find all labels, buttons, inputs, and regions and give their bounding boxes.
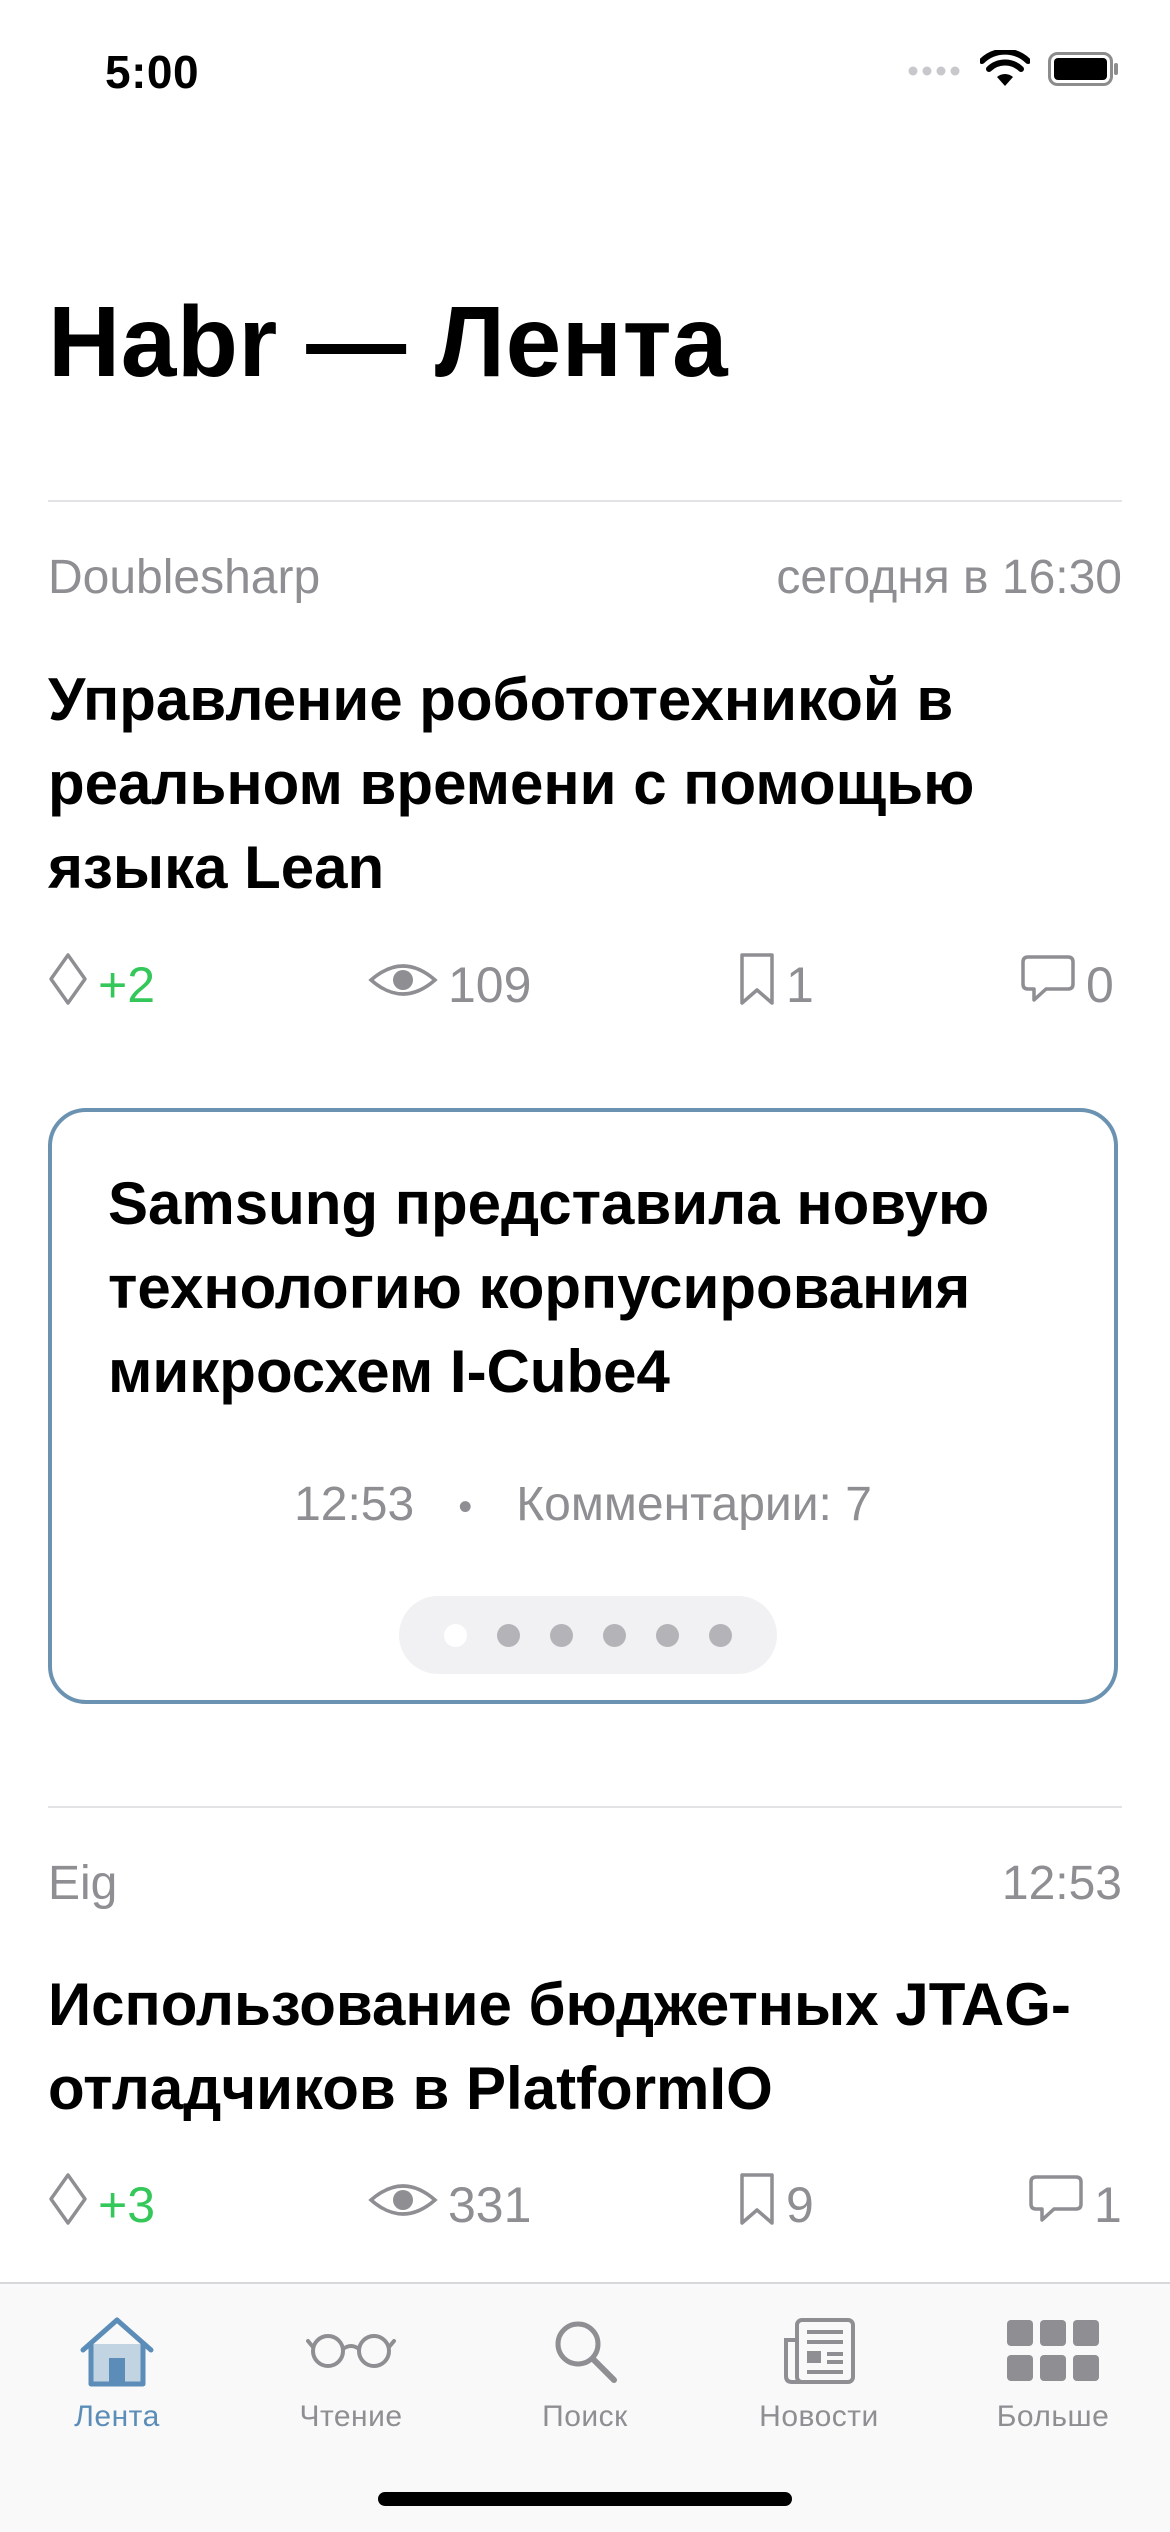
article-stats: +2 109 1 0	[48, 950, 1122, 1020]
news-title[interactable]: Samsung представила новую технологию кор…	[108, 1162, 1088, 1414]
views-count: 331	[448, 2177, 532, 2233]
tab-label: Новости	[759, 2400, 879, 2433]
news-meta: 12:53 • Комментарии: 7	[52, 1477, 1114, 1532]
tab-label: Лента	[74, 2400, 160, 2433]
status-icons	[908, 48, 1120, 93]
tab-label: Больше	[996, 2400, 1110, 2433]
article-meta: Eig 12:53	[48, 1856, 1122, 1911]
article-title[interactable]: Управление робототехникой в реальном вре…	[48, 658, 1122, 910]
rating-value: +2	[98, 957, 156, 1013]
home-icon[interactable]	[77, 2306, 157, 2396]
news-time: 12:53	[294, 1478, 415, 1531]
eye-icon	[368, 2176, 438, 2234]
bookmarks-stat[interactable]: 9	[738, 2170, 814, 2240]
article-author[interactable]: Doublesharp	[48, 550, 320, 605]
rating-value: +3	[98, 2177, 156, 2233]
tab-label: Поиск	[542, 2400, 628, 2433]
article-author[interactable]: Eig	[48, 1856, 117, 1911]
article-title[interactable]: Использование бюджетных JTAG-отладчиков …	[48, 1963, 1122, 2131]
page-dot[interactable]	[550, 1623, 573, 1647]
eye-icon	[368, 956, 438, 1014]
rating-icon	[48, 952, 88, 1018]
rating-stat: +3	[48, 2170, 155, 2240]
page-title: Habr — Лента	[48, 286, 729, 398]
comment-icon[interactable]	[1028, 2174, 1084, 2236]
comments-count: 1	[1094, 2177, 1122, 2233]
page-indicator[interactable]	[399, 1596, 777, 1674]
newspaper-icon[interactable]	[781, 2306, 857, 2396]
views-stat: 109	[368, 950, 531, 1020]
comments-stat[interactable]: 0	[1020, 950, 1114, 1020]
tab-feed[interactable]: Лента	[0, 2306, 234, 2446]
divider	[48, 500, 1122, 502]
views-stat: 331	[368, 2170, 531, 2240]
status-bar: 5:00	[0, 0, 1170, 150]
article-date: сегодня в 16:30	[776, 551, 1122, 604]
page-dot[interactable]	[444, 1623, 467, 1647]
cellular-signal-icon	[908, 62, 962, 81]
tab-news[interactable]: Новости	[702, 2306, 936, 2446]
tab-search[interactable]: Поиск	[468, 2306, 702, 2446]
battery-icon	[1048, 52, 1120, 91]
tab-label: Чтение	[299, 2400, 403, 2433]
wifi-icon	[979, 48, 1031, 93]
bookmarks-count: 9	[786, 2177, 814, 2233]
search-icon[interactable]	[550, 2306, 620, 2396]
bookmarks-stat[interactable]: 1	[738, 950, 814, 1020]
page-dot[interactable]	[603, 1623, 626, 1647]
tab-reading[interactable]: Чтение	[234, 2306, 468, 2446]
page-dot[interactable]	[497, 1623, 520, 1647]
rating-icon	[48, 2172, 88, 2238]
glasses-icon[interactable]	[306, 2306, 396, 2396]
comment-icon[interactable]	[1020, 954, 1076, 1016]
views-count: 109	[448, 957, 532, 1013]
status-time: 5:00	[105, 46, 200, 98]
tab-bar: Лента Чтение Поиск Новости Больше	[0, 2282, 1170, 2532]
rating-stat: +2	[48, 950, 155, 1020]
bookmark-icon[interactable]	[738, 2172, 776, 2238]
page-dot[interactable]	[656, 1623, 679, 1647]
article-meta: Doublesharp сегодня в 16:30	[48, 550, 1122, 605]
tab-more[interactable]: Больше	[936, 2306, 1170, 2446]
grid-icon[interactable]	[1007, 2306, 1099, 2396]
home-indicator[interactable]	[378, 2492, 792, 2506]
article-stats: +3 331 9 1	[48, 2170, 1122, 2240]
divider	[48, 1806, 1122, 1808]
bookmark-icon[interactable]	[738, 952, 776, 1018]
bookmarks-count: 1	[786, 957, 814, 1013]
article-date: 12:53	[1001, 1857, 1122, 1910]
page-dot[interactable]	[709, 1623, 732, 1647]
comments-count: 0	[1086, 957, 1114, 1013]
comments-stat[interactable]: 1	[1028, 2170, 1122, 2240]
news-card[interactable]: Samsung представила новую технологию кор…	[48, 1108, 1118, 1704]
news-comments[interactable]: Комментарии: 7	[516, 1478, 872, 1531]
separator-dot: •	[458, 1485, 473, 1529]
